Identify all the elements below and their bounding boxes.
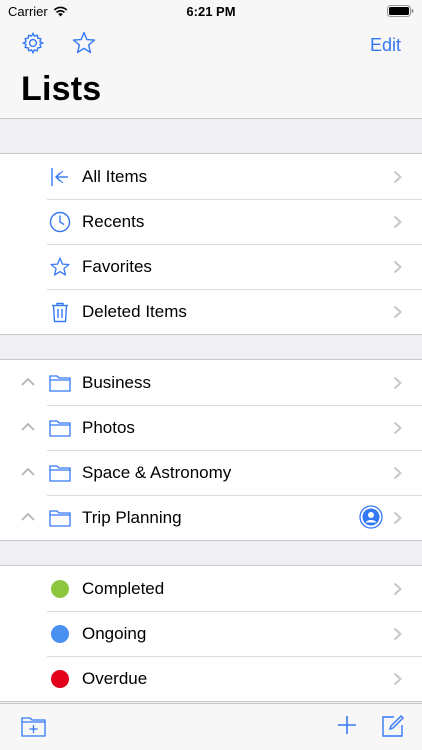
chevron-right-icon — [393, 672, 402, 686]
chevron-up-icon[interactable] — [20, 509, 36, 525]
list-label: Recents — [82, 212, 145, 231]
folder-label: Trip Planning — [82, 508, 182, 527]
battery-icon — [387, 5, 414, 20]
folder-icon — [48, 371, 71, 394]
chevron-right-icon — [393, 511, 402, 525]
settings-button[interactable] — [21, 31, 45, 60]
status-row-ongoing[interactable]: Ongoing — [0, 611, 422, 656]
status-dot-ongoing — [48, 622, 71, 645]
list-label: Favorites — [82, 257, 152, 276]
status-label: Completed — [82, 579, 165, 598]
folder-row-photos[interactable]: Photos — [0, 405, 422, 450]
list-row-favorites[interactable]: Favorites — [0, 244, 422, 289]
plus-icon — [338, 716, 356, 734]
compose-button[interactable] — [381, 714, 405, 743]
folder-label: Space & Astronomy — [82, 463, 232, 482]
new-folder-button[interactable] — [21, 714, 47, 743]
shared-user-icon[interactable] — [359, 505, 383, 529]
chevron-right-icon — [393, 170, 402, 184]
bottom-toolbar — [0, 703, 422, 750]
list-label: Deleted Items — [82, 302, 187, 321]
chevron-right-icon — [393, 305, 402, 319]
star-icon — [48, 255, 71, 278]
chevron-right-icon — [393, 627, 402, 641]
list-row-all-items[interactable]: All Items — [0, 154, 422, 199]
trash-icon — [48, 300, 71, 323]
navigation-bar: Edit Lists — [0, 22, 422, 119]
favorites-nav-button[interactable] — [71, 30, 97, 61]
status-dot-overdue — [48, 667, 71, 690]
green-dot-icon — [50, 579, 69, 598]
chevron-up-icon[interactable] — [20, 419, 36, 435]
folder-row-trip-planning[interactable]: Trip Planning — [0, 495, 422, 540]
page-title: Lists — [21, 70, 102, 108]
list-row-deleted-items[interactable]: Deleted Items — [0, 289, 422, 334]
list-row-recents[interactable]: Recents — [0, 199, 422, 244]
chevron-right-icon — [393, 376, 402, 390]
chevron-right-icon — [393, 421, 402, 435]
status-section: Completed Ongoing Overdue — [0, 565, 422, 702]
gear-icon — [21, 32, 45, 55]
chevron-up-icon[interactable] — [20, 374, 36, 390]
smart-lists-section: All Items Recents Favorites Deleted Item… — [0, 153, 422, 335]
inbox-arrow-icon — [48, 165, 71, 188]
chevron-right-icon — [393, 582, 402, 596]
edit-button[interactable]: Edit — [370, 35, 401, 56]
status-time: 6:21 PM — [186, 4, 236, 19]
folder-icon — [48, 506, 71, 529]
folder-icon — [48, 461, 71, 484]
folder-label: Photos — [82, 418, 135, 437]
star-icon — [72, 31, 96, 54]
red-dot-icon — [50, 669, 69, 688]
chevron-right-icon — [393, 260, 402, 274]
status-row-overdue[interactable]: Overdue — [0, 656, 422, 701]
status-row-completed[interactable]: Completed — [0, 566, 422, 611]
chevron-up-icon[interactable] — [20, 464, 36, 480]
folder-icon — [48, 416, 71, 439]
blue-dot-icon — [50, 624, 69, 643]
compose-icon — [382, 715, 404, 737]
folder-label: Business — [82, 373, 151, 392]
add-item-button[interactable] — [336, 714, 358, 741]
folder-row-business[interactable]: Business — [0, 360, 422, 405]
list-label: All Items — [82, 167, 148, 186]
folders-section: Business Photos Space & Astronomy Trip P… — [0, 359, 422, 541]
clock-icon — [48, 210, 71, 233]
status-bar: Carrier 6:21 PM — [0, 0, 422, 22]
chevron-right-icon — [393, 215, 402, 229]
status-label: Overdue — [82, 669, 148, 688]
status-dot-completed — [48, 577, 71, 600]
folder-row-space-astronomy[interactable]: Space & Astronomy — [0, 450, 422, 495]
folder-plus-icon — [21, 717, 46, 737]
chevron-right-icon — [393, 466, 402, 480]
status-label: Ongoing — [82, 624, 147, 643]
